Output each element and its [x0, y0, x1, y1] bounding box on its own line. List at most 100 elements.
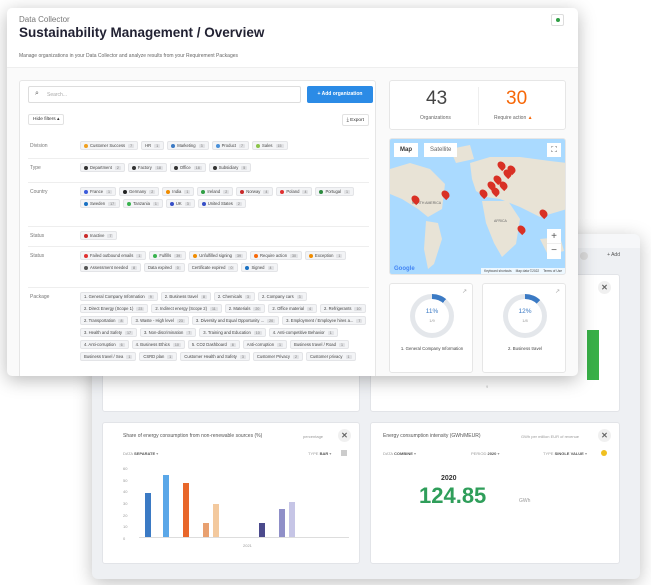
filter-chip[interactable]: 2. Office material 4 [268, 304, 317, 313]
filter-chip[interactable]: Poland 4 [276, 187, 313, 196]
zoom-out-button[interactable]: − [547, 244, 561, 259]
filter-chip[interactable]: Fulfills 39 [149, 251, 187, 260]
data-filter[interactable]: DATA SEPARATE ▾ [123, 451, 158, 456]
stats-panel: 43 Organizations 30 Require action ▲ [389, 80, 566, 130]
filter-chip[interactable]: France 1 [80, 187, 117, 196]
y-tick-label: 40 [123, 489, 128, 495]
filter-chip[interactable]: 3. Training and Education 10 [199, 328, 266, 337]
filter-chip[interactable]: Assessment needed 8 [80, 263, 141, 272]
filter-chip[interactable]: Marketing 3 [167, 141, 209, 150]
add-widget-button[interactable]: + Add [607, 252, 620, 258]
filter-chip[interactable]: 2. Transportation 8 [80, 316, 129, 325]
type-filter[interactable]: TYPE BAR ▾ [308, 451, 331, 456]
filter-chip[interactable]: Business travel / Road 1 [290, 340, 349, 349]
filter-chip[interactable]: Signed 4 [241, 263, 278, 272]
filter-chip[interactable]: Portugal 1 [315, 187, 355, 196]
filter-chip[interactable]: 2. Materials 20 [224, 304, 266, 313]
filter-chip[interactable]: Ireland 2 [197, 187, 234, 196]
chip-label: Inactive [90, 233, 105, 238]
filter-chip[interactable]: 3. Waste - High level 23 [131, 316, 189, 325]
filter-chip[interactable]: 2. Indirect energy (Scope 2) 11 [151, 304, 222, 313]
chip-count: 39 [235, 253, 244, 258]
filter-chip[interactable]: 4. Anti-corruption 6 [80, 340, 129, 349]
settings-icon[interactable] [580, 252, 588, 260]
chip-label: Tanzania [133, 201, 150, 206]
filter-chip[interactable]: UK 3 [165, 199, 195, 208]
filter-chip[interactable]: 2. Company cars 3 [258, 292, 307, 301]
chip-label: Department [90, 165, 112, 170]
filter-chip[interactable]: Subsidiary 5 [208, 163, 252, 172]
chip-count: 23 [136, 306, 145, 311]
chip-label: Customer Privacy [256, 354, 290, 359]
filter-chip[interactable]: 2. Refrigerants 10 [320, 304, 367, 313]
chip-label: Poland [286, 189, 300, 194]
filter-chip[interactable]: Department 2 [80, 163, 125, 172]
chip-icon [131, 165, 136, 170]
settings-button[interactable] [551, 14, 564, 26]
filter-chip[interactable]: Anti-corruption 1 [242, 340, 288, 349]
filter-chip[interactable]: Tanzania 1 [123, 199, 163, 208]
filter-chip[interactable]: Customer privacy 1 [305, 352, 356, 361]
filter-chip[interactable]: Failed outbound emails 1 [80, 251, 147, 260]
filter-chip[interactable]: Require action 30 [250, 251, 303, 260]
map-tab[interactable]: Map [394, 143, 418, 157]
add-organization-button[interactable]: + Add organization [307, 86, 373, 103]
filter-chip[interactable]: Business travel / Sea 1 [80, 352, 137, 361]
satellite-tab[interactable]: Satellite [424, 143, 458, 157]
keyboard-shortcuts-link[interactable]: Keyboard shortcuts [484, 269, 511, 273]
filter-chip[interactable]: 4. Business Ethics 10 [131, 340, 185, 349]
filter-chip[interactable]: United States 2 [197, 199, 246, 208]
filter-chip[interactable]: Sales 15 [252, 141, 288, 150]
hide-filters-button[interactable]: Hide filters ▴ [28, 114, 65, 125]
filter-chip[interactable]: Unfulfilled signing 39 [189, 251, 248, 260]
filter-chip[interactable]: 3. Diversity and Equal Opportunity ... 20 [191, 316, 280, 325]
filter-chip[interactable]: Factory 18 [127, 163, 167, 172]
map-footer: Keyboard shortcuts Map data ©2022 Terms … [481, 268, 565, 274]
filter-chip[interactable]: Product 7 [211, 141, 250, 150]
filter-chip[interactable]: India 1 [162, 187, 195, 196]
filter-chip[interactable]: Office 18 [169, 163, 206, 172]
close-icon[interactable]: ✕ [598, 281, 611, 294]
filter-chip[interactable]: Customer Health and Safety 3 [180, 352, 250, 361]
filter-chip[interactable]: Norway 4 [236, 187, 274, 196]
filter-chip[interactable]: Customer Privacy 2 [252, 352, 303, 361]
info-icon[interactable] [601, 450, 607, 456]
filter-chip[interactable]: Certificate expired 0 [187, 263, 239, 272]
filter-chip[interactable]: 2. Direct Energy (Scope 1) 23 [80, 304, 149, 313]
terms-link[interactable]: Terms of Use [543, 269, 562, 273]
filter-chip[interactable]: Customer Success 7 [80, 141, 139, 150]
filter-chip[interactable]: CSRD plan 1 [139, 352, 178, 361]
filter-chip[interactable]: 4. Anti-competitive Behavior 1 [268, 328, 338, 337]
filter-chip[interactable]: Data expired 0 [143, 263, 185, 272]
filter-chip[interactable]: Inactive 7 [80, 231, 118, 240]
filter-chip[interactable]: 3. Health and Safety 17 [80, 328, 137, 337]
filter-chip[interactable]: 2. Business travel 8 [160, 292, 211, 301]
chart-bar [289, 502, 295, 537]
package-progress-card[interactable]: 11% 1/9 1. General Company Information ↗ [389, 283, 473, 373]
print-icon[interactable] [341, 450, 347, 456]
map-panel[interactable]: Map Satellite ⛶ NORTH AMERICA AFRICA + −… [389, 138, 566, 275]
open-link-icon[interactable]: ↗ [555, 288, 560, 295]
chip-count: 7 [186, 330, 193, 335]
zoom-in-button[interactable]: + [547, 229, 561, 244]
search-input[interactable]: ⌕ Search... [28, 86, 301, 103]
export-button[interactable]: ⤓ Export [341, 114, 369, 126]
filter-chip[interactable]: 3. Non-discrimination 7 [139, 328, 197, 337]
chip-label: Business travel / Sea [84, 354, 124, 359]
filter-chip[interactable]: Germany 2 [119, 187, 160, 196]
filter-chip[interactable]: Exception 1 [305, 251, 347, 260]
filter-chip[interactable]: Sweden 17 [80, 199, 121, 208]
filter-chip[interactable]: 3. Employment / Employee hires a... 7 [282, 316, 367, 325]
type-filter[interactable]: TYPE SINGLE VALUE ▾ [543, 451, 587, 456]
period-filter[interactable]: PERIOD 2020 ▾ [471, 451, 500, 456]
close-icon[interactable]: ✕ [598, 429, 611, 442]
filter-chip[interactable]: HR 1 [141, 141, 165, 150]
package-progress-card[interactable]: 12% 1/8 2. Business travel ↗ [482, 283, 566, 373]
close-icon[interactable]: ✕ [338, 429, 351, 442]
filter-chip[interactable]: 1. General Company Information 9 [80, 292, 158, 301]
open-link-icon[interactable]: ↗ [462, 288, 467, 295]
filter-chip[interactable]: 2. Chemicals 3 [213, 292, 256, 301]
data-filter[interactable]: DATA COMBINE ▾ [383, 451, 416, 456]
filter-chip[interactable]: 5. CO2 Dashboard 8 [187, 340, 240, 349]
fullscreen-icon[interactable]: ⛶ [547, 143, 561, 157]
